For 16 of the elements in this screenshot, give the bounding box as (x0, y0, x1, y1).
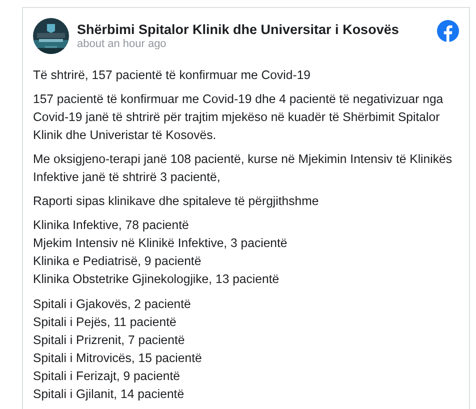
facebook-logo-icon[interactable] (437, 20, 459, 42)
page-name[interactable]: Shërbimi Spitalor Klinik dhe Universitar i Kosovës (77, 22, 429, 37)
post-line: Spitali i Ferizajt, 9 pacientë (33, 368, 181, 385)
post-line: Mjekim Intensiv në Klinikë Infektive, 3 pacientë (33, 235, 288, 252)
post-line: Spitali i Pejës, 11 pacientë (33, 314, 178, 331)
post-line: Spitali i Gjakovës, 2 pacientë (33, 296, 192, 313)
post-paragraph: 157 pacientë të konfirmuar me Covid-19 dhe 4 pacientë të negativizuar nga Covid-19 janë të shtrirë për trajtim mjekëso në kuadër të Shërbimit Spitalor Klinik dhe Univeristar të Kosovës. (33, 91, 444, 144)
post-paragraph: Raporti sipas klinikave dhe spitaleve të përgjithshme (33, 193, 320, 210)
post-line: Klinika e Pediatrisë, 9 pacientë (33, 253, 202, 270)
post-line: Klinika Obstetrike Gjinekologjike, 13 pacientë (33, 271, 280, 288)
post-line: Spitali i Gjilanit, 14 pacientë (33, 386, 186, 403)
post-line: Klinika Infektive, 78 pacientë (33, 217, 190, 234)
post-line: Spitali i Prizrenit, 7 pacientë (33, 332, 186, 349)
post-line: Spitali i Mitrovicës, 15 pacientë (33, 350, 203, 367)
post-paragraph: Me oksigjeno-terapi janë 108 pacientë, kurse në Mjekimin Intensiv të Klinikës Infektive janë të shtrirë 3 pacientë, (33, 151, 453, 186)
post-paragraph: Të shtrirë, 157 pacientë të konfirmuar me Covid-19 (33, 67, 312, 84)
